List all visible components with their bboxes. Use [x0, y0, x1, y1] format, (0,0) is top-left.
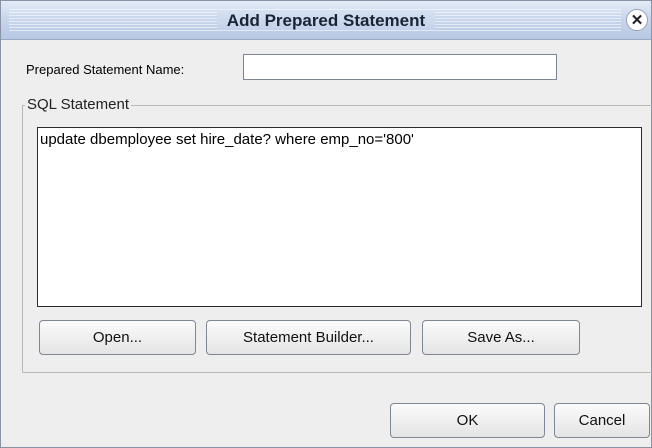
add-prepared-statement-dialog: Add Prepared Statement ✕ Prepared Statem…: [0, 0, 652, 448]
title-bar[interactable]: Add Prepared Statement ✕: [1, 1, 651, 40]
sql-statement-textarea[interactable]: update dbemployee set hire_date? where e…: [37, 127, 642, 307]
open-button[interactable]: Open...: [39, 320, 196, 355]
prepared-statement-name-input[interactable]: [243, 54, 557, 80]
dialog-title: Add Prepared Statement: [216, 11, 436, 30]
close-icon[interactable]: ✕: [626, 9, 648, 31]
cancel-button[interactable]: Cancel: [554, 403, 650, 438]
statement-builder-button[interactable]: Statement Builder...: [206, 320, 411, 355]
save-as-button[interactable]: Save As...: [422, 320, 580, 355]
dialog-title-wrap: Add Prepared Statement: [1, 11, 651, 31]
prepared-statement-name-label: Prepared Statement Name:: [26, 62, 185, 77]
ok-button[interactable]: OK: [390, 403, 545, 438]
sql-statement-group-label: SQL Statement: [25, 96, 131, 113]
